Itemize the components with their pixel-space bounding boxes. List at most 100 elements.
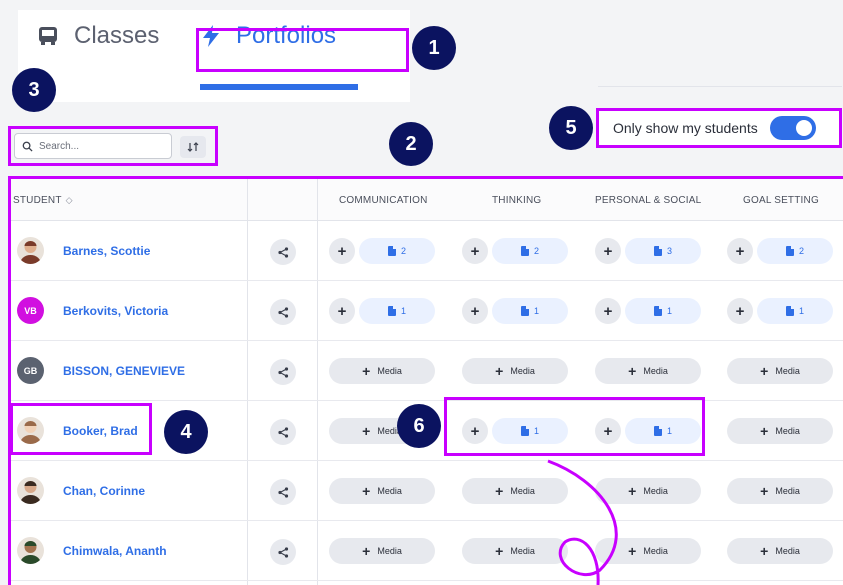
- toggle-knob: [795, 120, 812, 136]
- divider: [598, 86, 842, 87]
- highlight-box-tabs: [196, 28, 409, 72]
- table-row: Chan, Corinne + Media + Media + Media + Media: [11, 461, 843, 521]
- table-header: STUDENT ◇ COMMUNICATION THINKING PERSONAL…: [11, 179, 843, 221]
- media-label: Media: [377, 486, 402, 496]
- table-row: VB Berkovits, Victoria +1 +1 +1 +1: [11, 281, 843, 341]
- artifact-count-button[interactable]: 1: [625, 298, 701, 324]
- add-item-button[interactable]: +: [329, 298, 355, 324]
- student-name-link[interactable]: Chan, Corinne: [63, 484, 145, 498]
- portfolio-cell: + Media: [329, 478, 437, 504]
- add-media-button[interactable]: + Media: [727, 418, 833, 444]
- add-media-button[interactable]: + Media: [595, 538, 701, 564]
- toggle-label: Only show my students: [613, 120, 758, 136]
- add-item-button[interactable]: +: [727, 298, 753, 324]
- student-header-label: STUDENT: [13, 195, 62, 206]
- active-tab-indicator: [200, 84, 358, 90]
- share-icon: [277, 306, 288, 318]
- step-badge-3: 3: [12, 68, 56, 112]
- artifact-count-button[interactable]: 1: [757, 298, 833, 324]
- add-item-button[interactable]: +: [329, 238, 355, 264]
- document-icon: [387, 306, 396, 316]
- document-icon: [520, 306, 529, 316]
- plus-icon: +: [735, 302, 745, 320]
- plus-icon: +: [362, 423, 371, 439]
- share-button[interactable]: [270, 539, 296, 565]
- artifact-count: 1: [798, 306, 804, 316]
- share-button[interactable]: [270, 359, 296, 385]
- artifact-count-button[interactable]: 1: [359, 298, 435, 324]
- portfolio-cell: + Media: [462, 478, 570, 504]
- share-button[interactable]: [270, 419, 296, 445]
- person-photo-icon: [17, 477, 44, 504]
- artifact-count-button[interactable]: 2: [757, 238, 833, 264]
- artifact-count-button[interactable]: 3: [625, 238, 701, 264]
- add-media-button[interactable]: + Media: [329, 478, 435, 504]
- plus-icon: +: [470, 242, 480, 260]
- avatar-photo: [17, 537, 44, 564]
- add-media-button[interactable]: + Media: [329, 358, 435, 384]
- artifact-count-button[interactable]: 1: [492, 298, 568, 324]
- share-button[interactable]: [270, 239, 296, 265]
- share-icon: [277, 486, 288, 498]
- portfolio-cell: + Media: [727, 358, 835, 384]
- media-label: Media: [510, 486, 535, 496]
- document-icon: [653, 246, 662, 256]
- add-media-button[interactable]: + Media: [727, 538, 833, 564]
- artifact-count: 1: [666, 306, 672, 316]
- media-label: Media: [775, 426, 800, 436]
- student-name-link[interactable]: Barnes, Scottie: [63, 244, 150, 258]
- add-item-button[interactable]: +: [595, 238, 621, 264]
- artifact-count: 1: [533, 306, 539, 316]
- student-name-link[interactable]: Berkovits, Victoria: [63, 304, 168, 318]
- document-icon: [785, 306, 794, 316]
- portfolio-cell: +1: [329, 298, 437, 324]
- plus-icon: +: [495, 543, 504, 559]
- add-item-button[interactable]: +: [462, 238, 488, 264]
- person-photo-icon: [17, 537, 44, 564]
- avatar-photo: [17, 477, 44, 504]
- step-badge-1: 1: [412, 26, 456, 70]
- add-media-button[interactable]: + Media: [727, 358, 833, 384]
- add-media-button[interactable]: + Media: [727, 478, 833, 504]
- media-label: Media: [643, 486, 668, 496]
- artifact-count-button[interactable]: 2: [359, 238, 435, 264]
- student-name-link[interactable]: Chimwala, Ananth: [63, 544, 167, 558]
- portfolio-cell: + Media: [462, 538, 570, 564]
- artifact-count-button[interactable]: 2: [492, 238, 568, 264]
- add-media-button[interactable]: + Media: [462, 358, 568, 384]
- add-media-button[interactable]: + Media: [462, 478, 568, 504]
- share-icon: [277, 426, 288, 438]
- avatar-initials: VB: [17, 297, 44, 324]
- add-item-button[interactable]: +: [462, 298, 488, 324]
- media-label: Media: [775, 486, 800, 496]
- tab-classes[interactable]: Classes: [36, 22, 159, 50]
- highlight-box-cells: [444, 397, 705, 456]
- media-label: Media: [510, 366, 535, 376]
- share-icon: [277, 366, 288, 378]
- plus-icon: +: [735, 242, 745, 260]
- plus-icon: +: [337, 302, 347, 320]
- add-media-button[interactable]: + Media: [462, 538, 568, 564]
- artifact-count: 2: [400, 246, 406, 256]
- plus-icon: +: [470, 302, 480, 320]
- avatar-initials: GB: [17, 357, 44, 384]
- table-row: GB BISSON, GENEVIEVE + Media + Media + Media + Me…: [11, 341, 843, 401]
- tab-classes-label: Classes: [74, 22, 160, 49]
- add-media-button[interactable]: + Media: [595, 358, 701, 384]
- portfolio-cell: + Media: [595, 538, 703, 564]
- share-button[interactable]: [270, 479, 296, 505]
- media-label: Media: [377, 366, 402, 376]
- only-my-students-toggle[interactable]: [769, 116, 816, 140]
- student-name-link[interactable]: BISSON, GENEVIEVE: [63, 364, 185, 378]
- student-column-header[interactable]: STUDENT ◇: [13, 195, 73, 206]
- column-header-communication: COMMUNICATION: [339, 195, 428, 206]
- add-item-button[interactable]: +: [595, 298, 621, 324]
- add-media-button[interactable]: + Media: [329, 538, 435, 564]
- portfolio-cell: +2: [329, 238, 437, 264]
- share-button[interactable]: [270, 299, 296, 325]
- plus-icon: +: [337, 242, 347, 260]
- add-media-button[interactable]: + Media: [595, 478, 701, 504]
- artifact-count: 1: [400, 306, 406, 316]
- add-item-button[interactable]: +: [727, 238, 753, 264]
- media-label: Media: [377, 546, 402, 556]
